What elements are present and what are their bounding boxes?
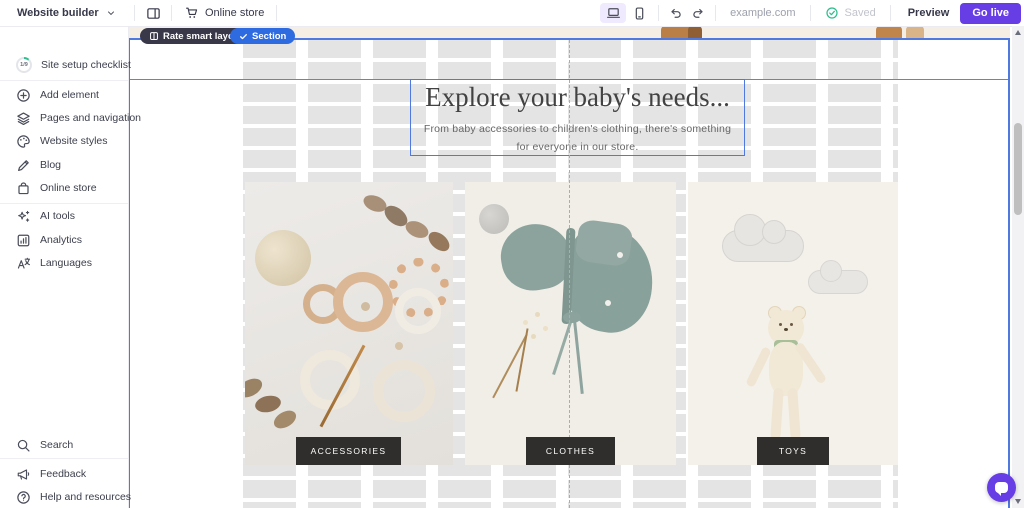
category-button-accessories[interactable]: ACCESSORIES	[296, 437, 401, 465]
sparkle-icon	[16, 209, 31, 224]
sidebar-item-site-setup-checklist[interactable]: 1/9 Site setup checklist	[0, 54, 131, 76]
top-toolbar: Website builder Online store example.com…	[0, 0, 1024, 27]
sidebar-divider	[0, 203, 128, 204]
hero-title[interactable]: Explore your baby's needs...	[425, 82, 730, 113]
photo-fragment	[906, 26, 924, 38]
sidebar-item-blog[interactable]: Blog	[0, 154, 128, 176]
undo-icon	[669, 6, 684, 21]
website-builder-label: Website builder	[17, 7, 99, 19]
layers-icon	[16, 111, 31, 126]
toolbar-divider	[889, 5, 891, 21]
scroll-up-icon[interactable]	[1015, 30, 1021, 35]
cart-icon	[184, 6, 199, 21]
category-button-clothes[interactable]: CLOTHES	[526, 437, 615, 465]
sidebar-item-label: Online store	[40, 182, 97, 194]
palette-icon	[16, 134, 31, 149]
hero-subtitle[interactable]: From baby accessories to children's clot…	[422, 120, 734, 157]
photo-fragment	[688, 26, 702, 38]
sidebar-divider	[0, 80, 128, 81]
chat-button[interactable]	[987, 473, 1016, 502]
sidebar-item-label: Pages and navigation	[40, 112, 141, 124]
chat-icon	[995, 482, 1008, 496]
selected-section[interactable]: Explore your baby's needs... From baby a…	[128, 38, 1010, 508]
sidebar-item-languages[interactable]: Languages	[0, 252, 128, 274]
save-status: Saved	[817, 6, 884, 21]
section-border-right	[1008, 38, 1010, 508]
sidebar-item-label: Site setup checklist	[41, 59, 131, 71]
sidebar-item-label: Add element	[40, 89, 99, 101]
go-live-button[interactable]: Go live	[960, 2, 1021, 24]
toolbar-divider	[715, 5, 717, 21]
toolbar-divider	[658, 5, 660, 21]
photo-fragment	[876, 26, 902, 38]
sidebar-item-ai-tools[interactable]: AI tools	[0, 205, 128, 227]
check-icon	[239, 32, 248, 41]
help-circle-icon	[16, 490, 31, 505]
saved-label: Saved	[844, 7, 876, 19]
sidebar-item-help-resources[interactable]: Help and resources	[0, 486, 132, 508]
pen-icon	[16, 158, 31, 173]
preview-button[interactable]: Preview	[897, 7, 961, 19]
sidebar-item-label: AI tools	[40, 210, 76, 222]
scrollbar-thumb[interactable]	[1014, 123, 1022, 215]
section-badge-label: Section	[252, 30, 287, 42]
desktop-view-button[interactable]	[600, 3, 627, 23]
search-icon	[16, 438, 31, 453]
site-domain[interactable]: example.com	[722, 7, 803, 19]
sidebar-item-label: Search	[40, 439, 74, 451]
bar-chart-icon	[16, 233, 31, 248]
plus-circle-icon	[16, 88, 31, 103]
sidebar-item-pages-navigation[interactable]: Pages and navigation	[0, 107, 141, 129]
sidebar-item-label: Languages	[40, 257, 92, 269]
translate-icon	[16, 256, 31, 271]
toys-photo[interactable]	[688, 182, 898, 465]
hero-text-element[interactable]: Explore your baby's needs... From baby a…	[410, 79, 745, 156]
clothes-photo[interactable]	[465, 182, 676, 465]
toolbar-divider	[276, 5, 278, 21]
sidebar-item-add-element[interactable]: Add element	[0, 84, 128, 106]
toolbar-divider	[809, 5, 811, 21]
sidebar-item-online-store[interactable]: Online store	[0, 177, 128, 199]
online-store-toolbar-label: Online store	[205, 7, 265, 19]
sidebar-item-feedback[interactable]: Feedback	[0, 463, 128, 485]
shopping-bag-icon	[16, 181, 31, 196]
sidebar-item-label: Analytics	[40, 234, 83, 246]
scroll-down-icon[interactable]	[1015, 499, 1021, 504]
megaphone-icon	[16, 467, 31, 482]
phone-icon	[632, 6, 647, 21]
check-circle-icon	[825, 6, 840, 21]
category-button-toys[interactable]: TOYS	[757, 437, 829, 465]
sidebar-item-label: Blog	[40, 159, 62, 171]
undo-button[interactable]	[665, 3, 687, 23]
mobile-view-button[interactable]	[626, 3, 652, 23]
accessories-photo[interactable]	[245, 182, 453, 465]
canvas-scrollbar[interactable]	[1012, 26, 1024, 508]
redo-icon	[691, 6, 706, 21]
chevron-down-icon	[103, 6, 118, 21]
website-builder-app: Website builder Online store example.com…	[0, 0, 1024, 508]
online-store-toolbar-button[interactable]: Online store	[178, 3, 270, 23]
sidebar-item-search[interactable]: Search	[0, 434, 128, 456]
section-badge[interactable]: Section	[230, 28, 296, 44]
toolbar-divider	[171, 5, 172, 21]
editor-canvas: Explore your baby's needs... From baby a…	[128, 26, 1010, 508]
sidebar-item-label: Feedback	[40, 468, 87, 480]
sidebar-item-label: Website styles	[40, 135, 108, 147]
checklist-progress-icon: 1/9	[16, 57, 32, 73]
sidebar-divider	[0, 458, 128, 459]
sidebar-item-website-styles[interactable]: Website styles	[0, 130, 128, 152]
website-builder-dropdown[interactable]: Website builder	[0, 6, 128, 21]
sidebar-item-analytics[interactable]: Analytics	[0, 229, 128, 251]
checklist-progress-value: 1/9	[18, 59, 30, 71]
laptop-icon	[606, 6, 621, 21]
panel-toggle-button[interactable]	[141, 3, 165, 23]
sidebar-item-label: Help and resources	[40, 491, 132, 503]
left-sidebar: 1/9 Site setup checklist Add element Pag…	[0, 26, 141, 508]
redo-button[interactable]	[687, 3, 709, 23]
toolbar-divider	[134, 5, 135, 21]
layout-icon	[149, 31, 159, 41]
panel-icon	[146, 6, 161, 21]
